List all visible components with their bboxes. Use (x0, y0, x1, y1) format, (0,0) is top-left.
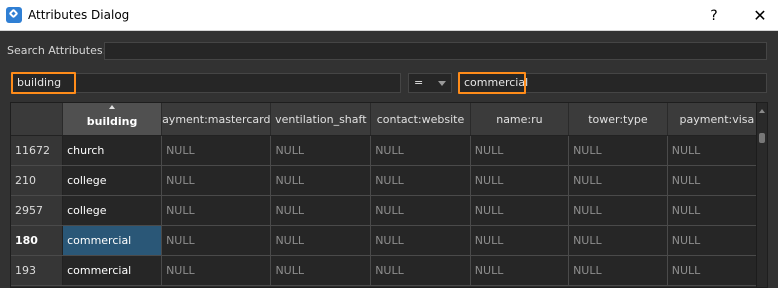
table-row-selected[interactable]: 180 commercial NULL NULL NULL NULL NULL … (11, 225, 767, 256)
header-row: building ayment:mastercard ventilation_s… (11, 103, 767, 136)
scrollbar-thumb[interactable] (759, 133, 765, 143)
row-id[interactable]: 11672 (11, 135, 64, 166)
vertical-scrollbar[interactable] (756, 103, 767, 287)
table-row[interactable]: 193 commercial NULL NULL NULL NULL NULL … (11, 255, 767, 286)
building-cell[interactable]: commercial (62, 255, 163, 286)
window-title: Attributes Dialog (28, 8, 130, 22)
title-bar: Attributes Dialog ? ✕ (0, 0, 778, 31)
scroll-up-icon[interactable] (759, 109, 765, 113)
null-cell[interactable]: NULL (667, 135, 767, 166)
chevron-down-icon (438, 81, 446, 86)
null-cell[interactable]: NULL (161, 195, 272, 226)
null-cell[interactable]: NULL (161, 225, 272, 256)
null-cell[interactable]: NULL (370, 195, 471, 226)
value-highlight (458, 72, 526, 94)
column-header-payment-visa[interactable]: payment:visa (667, 103, 767, 136)
null-cell[interactable]: NULL (568, 255, 668, 286)
null-cell[interactable]: NULL (667, 225, 767, 256)
null-cell[interactable]: NULL (568, 165, 668, 196)
table-row[interactable]: 2957 college NULL NULL NULL NULL NULL NU… (11, 195, 767, 226)
null-cell[interactable]: NULL (161, 135, 272, 166)
filter-row: building = commercial (0, 72, 778, 94)
column-header-name-ru[interactable]: name:ru (470, 103, 570, 136)
row-id[interactable]: 210 (11, 165, 64, 196)
column-header-ventilation-shaft[interactable]: ventilation_shaft (270, 103, 372, 136)
null-cell[interactable]: NULL (270, 255, 372, 286)
close-button[interactable]: ✕ (740, 0, 778, 31)
column-header-contact-website[interactable]: contact:website (370, 103, 471, 136)
null-cell[interactable]: NULL (568, 225, 668, 256)
null-cell[interactable]: NULL (161, 165, 272, 196)
null-cell[interactable]: NULL (270, 195, 372, 226)
search-label: Search Attributes: (7, 44, 107, 57)
corner-header[interactable] (11, 103, 64, 136)
row-id[interactable]: 180 (11, 225, 64, 256)
null-cell[interactable]: NULL (470, 225, 570, 256)
null-cell[interactable]: NULL (667, 255, 767, 286)
search-input[interactable] (104, 42, 767, 60)
attribute-highlight (11, 72, 76, 94)
null-cell[interactable]: NULL (370, 255, 471, 286)
building-cell[interactable]: church (62, 135, 163, 166)
null-cell[interactable]: NULL (568, 195, 668, 226)
table-row[interactable]: 210 college NULL NULL NULL NULL NULL NUL… (11, 165, 767, 196)
null-cell[interactable]: NULL (667, 165, 767, 196)
search-row: Search Attributes: (0, 40, 778, 62)
table-row[interactable]: 11672 church NULL NULL NULL NULL NULL NU… (11, 135, 767, 166)
sort-ascending-icon (109, 105, 116, 109)
column-header-building[interactable]: building (62, 103, 163, 136)
null-cell[interactable]: NULL (370, 135, 471, 166)
null-cell[interactable]: NULL (370, 165, 471, 196)
help-button[interactable]: ? (694, 0, 734, 31)
null-cell[interactable]: NULL (161, 255, 272, 286)
column-header-tower-type[interactable]: tower:type (568, 103, 668, 136)
building-cell[interactable]: college (62, 195, 163, 226)
column-header-payment-mastercard[interactable]: ayment:mastercard (161, 103, 272, 136)
building-cell[interactable]: college (62, 165, 163, 196)
operator-select[interactable]: = (408, 73, 452, 93)
app-icon (6, 7, 22, 23)
building-cell-selected[interactable]: commercial (62, 225, 163, 256)
attributes-table: building ayment:mastercard ventilation_s… (10, 102, 768, 288)
null-cell[interactable]: NULL (568, 135, 668, 166)
null-cell[interactable]: NULL (270, 135, 372, 166)
null-cell[interactable]: NULL (667, 195, 767, 226)
null-cell[interactable]: NULL (270, 225, 372, 256)
null-cell[interactable]: NULL (470, 135, 570, 166)
row-id[interactable]: 2957 (11, 195, 64, 226)
operator-value: = (414, 76, 424, 89)
null-cell[interactable]: NULL (270, 165, 372, 196)
null-cell[interactable]: NULL (470, 255, 570, 286)
row-id[interactable]: 193 (11, 255, 64, 286)
null-cell[interactable]: NULL (470, 195, 570, 226)
null-cell[interactable]: NULL (370, 225, 471, 256)
null-cell[interactable]: NULL (470, 165, 570, 196)
